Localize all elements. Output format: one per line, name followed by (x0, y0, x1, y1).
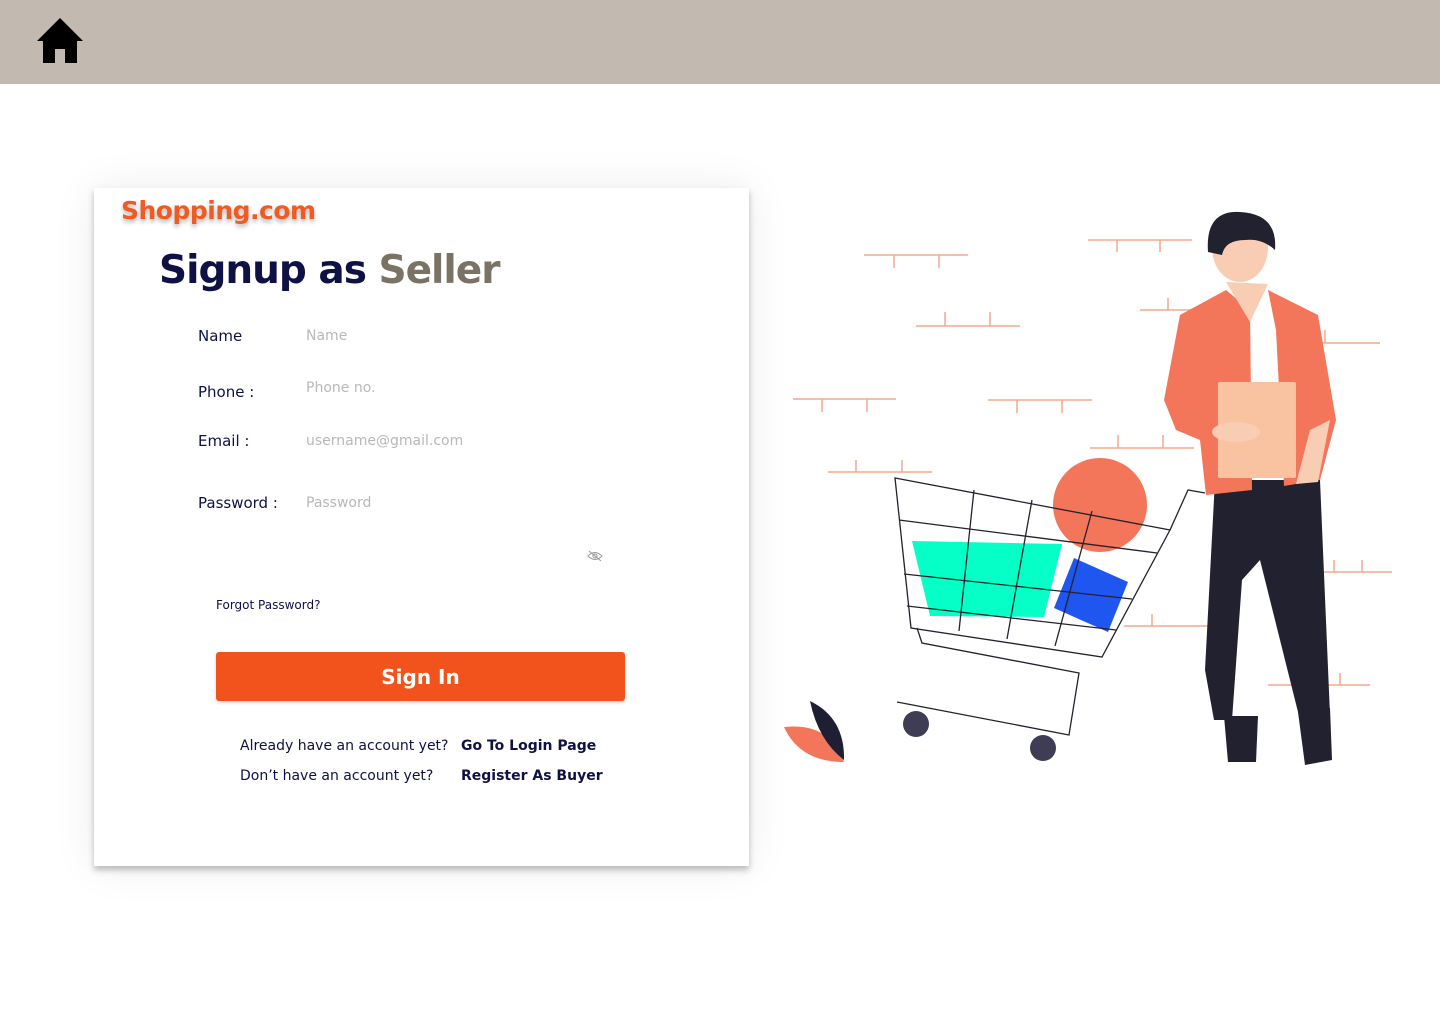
password-label: Password : (198, 494, 278, 512)
register-as-buyer-link[interactable]: Register As Buyer (461, 768, 603, 784)
home-icon (37, 18, 83, 63)
signup-card: Shopping.com Signup as Seller Name Phone… (94, 188, 749, 866)
name-label: Name (198, 327, 243, 345)
title-accent: Seller (378, 248, 501, 293)
shopping-illustration (784, 211, 1392, 765)
brand-logo: Shopping.com (121, 196, 316, 225)
buyer-prompt: Don’t have an account yet? (240, 768, 434, 784)
home-button[interactable] (36, 17, 84, 65)
page-title: Signup as Seller (159, 248, 501, 293)
phone-label: Phone : (198, 383, 255, 401)
top-bar (0, 0, 1440, 84)
email-field[interactable] (302, 429, 606, 453)
name-field[interactable] (302, 324, 606, 348)
title-main: Signup as (159, 248, 367, 293)
go-to-login-link[interactable]: Go To Login Page (461, 738, 596, 754)
password-field[interactable] (302, 491, 606, 515)
phone-field[interactable] (302, 376, 606, 400)
login-prompt: Already have an account yet? (240, 738, 449, 754)
eye-slash-icon[interactable] (587, 550, 603, 562)
email-label: Email : (198, 432, 250, 450)
sign-in-button[interactable]: Sign In (216, 652, 625, 701)
forgot-password-link[interactable]: Forgot Password? (216, 598, 320, 612)
